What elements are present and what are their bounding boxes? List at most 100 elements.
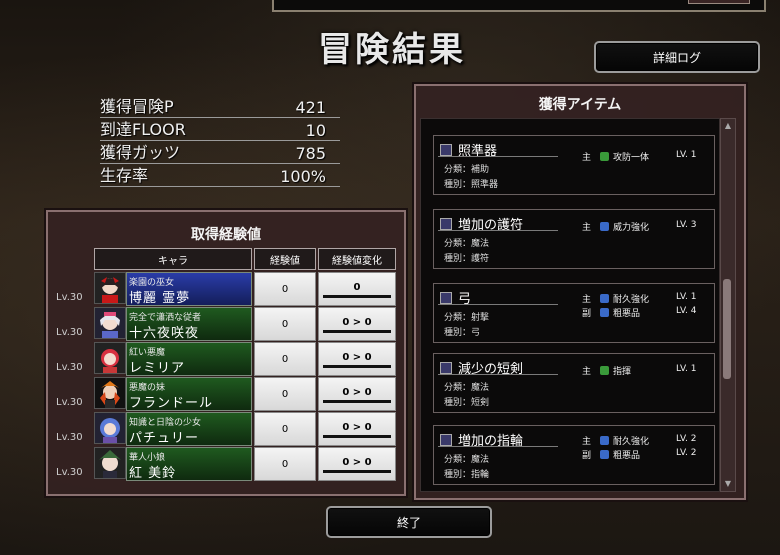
skill-icon xyxy=(600,294,609,303)
effect-text: 耐久強化 xyxy=(613,437,650,447)
finish-button[interactable]: 終了 xyxy=(326,506,492,538)
effect-slot: 主 xyxy=(582,367,592,377)
dagger-icon xyxy=(440,362,452,374)
item-card[interactable]: 弓 分類：射撃 種別：弓 主耐久強化 LV. 1 副粗悪品 LV. 4 xyxy=(433,283,715,343)
effect-slot: 主 xyxy=(582,223,592,233)
char-exp-change: 0 > 0 xyxy=(318,307,396,341)
effect-level: LV. 2 xyxy=(676,448,697,458)
item-category: 分類：魔法 xyxy=(444,383,490,393)
scroll-down-icon[interactable]: ▼ xyxy=(723,479,733,489)
item-kind: 種別：弓 xyxy=(444,328,481,338)
stat-label: 到達FLOOR xyxy=(100,120,186,139)
item-kind: 種別：短剣 xyxy=(444,398,490,408)
bow-icon xyxy=(440,292,452,304)
char-card[interactable]: 悪魔の妹 フランドール xyxy=(126,377,252,411)
items-panel-title: 獲得アイテム xyxy=(538,97,622,113)
char-name: フランドール xyxy=(129,396,214,411)
effect-text: 指揮 xyxy=(613,367,632,377)
char-name: 博麗 霊夢 xyxy=(129,291,191,306)
char-portrait xyxy=(94,377,126,409)
scroll-up-icon[interactable]: ▲ xyxy=(723,121,733,131)
char-exp-change: 0 > 0 xyxy=(318,412,396,446)
char-card[interactable]: 知識と日陰の少女 パチュリー xyxy=(126,412,252,446)
effect-text: 攻防一体 xyxy=(613,153,650,163)
effect-slot: 主 xyxy=(582,295,592,305)
effect-slot: 主 xyxy=(582,437,592,447)
stat-value: 421 xyxy=(295,98,326,117)
skill-icon xyxy=(600,152,609,161)
stat-label: 獲得冒険P xyxy=(100,97,174,116)
exp-bar xyxy=(323,435,391,438)
char-portrait xyxy=(94,412,126,444)
effect-text: 威力強化 xyxy=(613,223,650,233)
item-effect: 主 攻防一体 LV. 1 xyxy=(582,150,696,163)
items-scrollbar[interactable]: ▲ ▼ xyxy=(720,118,736,492)
item-effect: 主 威力強化 LV. 3 xyxy=(582,220,696,233)
scroll-thumb[interactable] xyxy=(723,279,731,379)
char-name: レミリア xyxy=(129,361,186,376)
char-level: Lv.30 xyxy=(56,327,83,338)
item-kind: 種別：照準器 xyxy=(444,180,499,190)
items-list[interactable]: 照準器 分類：補助 種別：照準器 主攻防一体 LV. 1 増加の護符 分類：魔法 … xyxy=(420,118,720,492)
char-portrait xyxy=(94,447,126,479)
exp-bar xyxy=(323,470,391,473)
stat-row: 到達FLOOR 10 xyxy=(100,118,340,141)
char-level: Lv.30 xyxy=(56,467,83,478)
exp-change-text: 0 > 0 xyxy=(342,387,372,398)
effect-level: LV. 1 xyxy=(676,364,697,374)
char-exp-change: 0 > 0 xyxy=(318,342,396,376)
item-effect: 主 耐久強化 LV. 1 xyxy=(582,292,696,305)
char-name: 紅 美鈴 xyxy=(129,466,177,481)
char-card[interactable]: 楽園の巫女 博麗 霊夢 xyxy=(126,272,252,306)
char-card[interactable]: 完全で瀟洒な従者 十六夜咲夜 xyxy=(126,307,252,341)
stat-label: 生存率 xyxy=(100,166,149,185)
stats-list: 獲得冒険P 421 到達FLOOR 10 獲得ガッツ 785 生存率 100% xyxy=(100,95,340,187)
col-header-change: 経験値変化 xyxy=(318,248,396,270)
divider xyxy=(438,374,558,375)
char-card[interactable]: 華人小娘 紅 美鈴 xyxy=(126,447,252,481)
item-card[interactable]: 減少の短剣 分類：魔法 種別：短剣 主指揮 LV. 1 xyxy=(433,353,715,413)
skill-icon xyxy=(600,366,609,375)
char-card[interactable]: 紅い悪魔 レミリア xyxy=(126,342,252,376)
skill-icon xyxy=(600,222,609,231)
char-name: パチュリー xyxy=(129,431,200,446)
item-category: 分類：射撃 xyxy=(444,313,490,323)
effect-text: 耐久強化 xyxy=(613,295,650,305)
talisman-icon xyxy=(440,218,452,230)
char-exp: 0 xyxy=(254,412,316,446)
divider xyxy=(438,156,558,157)
stat-value: 100% xyxy=(280,167,326,186)
item-card[interactable]: 増加の護符 分類：魔法 種別：護符 主威力強化 LV. 3 xyxy=(433,209,715,269)
divider xyxy=(438,230,558,231)
col-header-chara: キャラ xyxy=(94,248,252,270)
char-portrait xyxy=(94,342,126,374)
char-exp-change: 0 > 0 xyxy=(318,377,396,411)
top-frame-button[interactable] xyxy=(688,0,750,4)
item-category: 分類：補助 xyxy=(444,165,490,175)
effect-level: LV. 4 xyxy=(676,306,697,316)
divider xyxy=(438,304,558,305)
effect-level: LV. 2 xyxy=(676,434,697,444)
char-exp: 0 xyxy=(254,377,316,411)
stat-label: 獲得ガッツ xyxy=(100,143,181,162)
exp-change-text: 0 > 0 xyxy=(342,422,372,433)
stat-row: 獲得冒険P 421 xyxy=(100,95,340,118)
effect-level: LV. 1 xyxy=(676,150,697,160)
char-exp: 0 xyxy=(254,342,316,376)
item-card[interactable]: 増加の指輪 分類：魔法 種別：指輪 主耐久強化 LV. 2 副粗悪品 LV. 2 xyxy=(433,425,715,485)
item-effect: 副 粗悪品 LV. 2 xyxy=(582,448,696,461)
exp-bar xyxy=(323,330,391,333)
skill-icon xyxy=(600,308,609,317)
detail-log-button[interactable]: 詳細ログ xyxy=(594,41,760,73)
item-effect: 主 指揮 LV. 1 xyxy=(582,364,696,377)
char-exp: 0 xyxy=(254,307,316,341)
char-exp: 0 xyxy=(254,447,316,481)
skill-icon xyxy=(600,436,609,445)
item-card[interactable]: 照準器 分類：補助 種別：照準器 主攻防一体 LV. 1 xyxy=(433,135,715,195)
exp-bar xyxy=(323,295,391,298)
col-header-exp: 経験値 xyxy=(254,248,316,270)
item-category: 分類：魔法 xyxy=(444,455,490,465)
effect-level: LV. 1 xyxy=(676,292,697,302)
char-level: Lv.30 xyxy=(56,362,83,373)
effect-slot: 主 xyxy=(582,153,592,163)
